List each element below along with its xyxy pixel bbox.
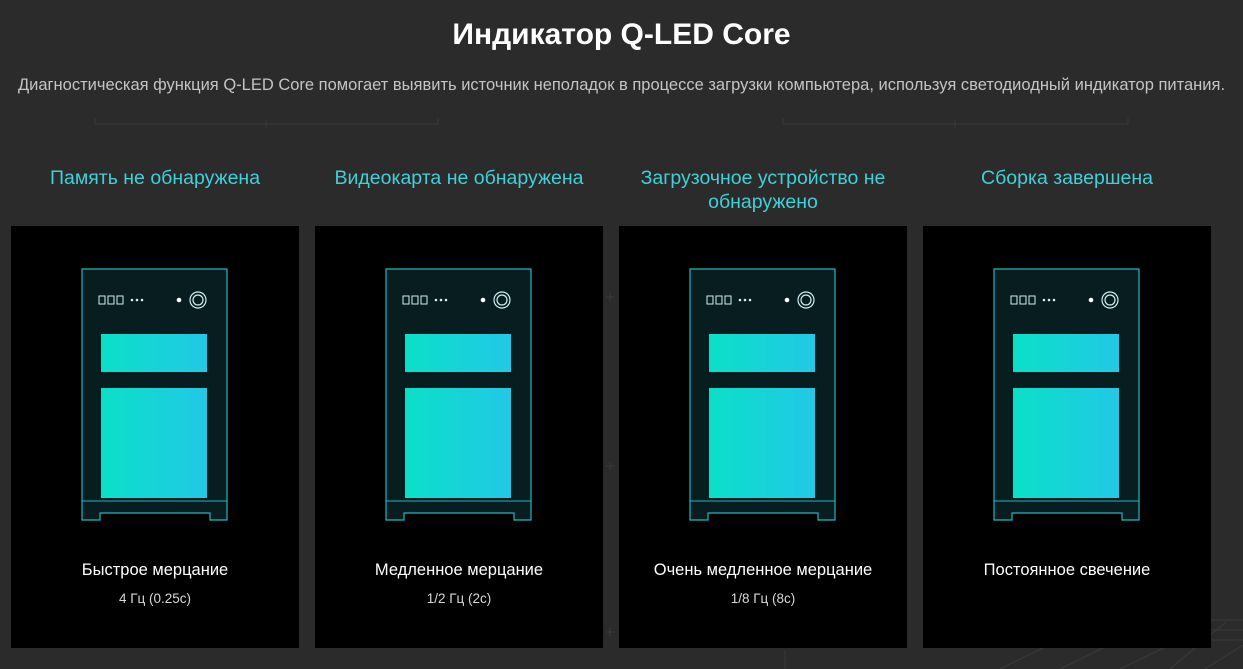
card-heading: Память не обнаружена (49, 167, 261, 189)
pc-case-icon (689, 268, 836, 521)
pc-case-icon (385, 268, 532, 521)
blink-mode: Медленное мерцание (374, 561, 544, 579)
blink-mode: Очень медленное мерцание (653, 561, 873, 579)
card-panel: Очень медленное мерцание 1/8 Гц (8с) (619, 226, 907, 648)
card-panel: Медленное мерцание 1/2 Гц (2с) (315, 226, 603, 648)
qled-card-boot: Загрузочное устройство не обнаружено Оче… (619, 0, 907, 669)
blink-mode: Быстрое мерцание (81, 561, 229, 579)
blink-mode: Постоянное свечение (983, 561, 1151, 579)
blink-frequency: 1/8 Гц (8с) (730, 591, 796, 606)
card-heading: Загрузочное устройство не обнаружено (640, 167, 886, 213)
qled-card-vga: Видеокарта не обнаружена Медленное мерца… (315, 0, 603, 669)
card-panel: Быстрое мерцание 4 Гц (0.25с) (11, 226, 299, 648)
card-panel: Постоянное свечение (923, 226, 1211, 648)
pc-case-icon (81, 268, 228, 521)
card-heading: Видеокарта не обнаружена (334, 167, 584, 189)
qled-card-memory: Память не обнаружена Быстрое мерцание 4 … (11, 0, 299, 669)
qled-card-complete: Сборка завершена Постоянное свечение (923, 0, 1211, 669)
pc-case-icon (993, 268, 1140, 521)
blink-frequency: 1/2 Гц (2с) (426, 591, 492, 606)
blink-frequency: 4 Гц (0.25с) (118, 591, 192, 606)
card-heading: Сборка завершена (981, 167, 1153, 189)
